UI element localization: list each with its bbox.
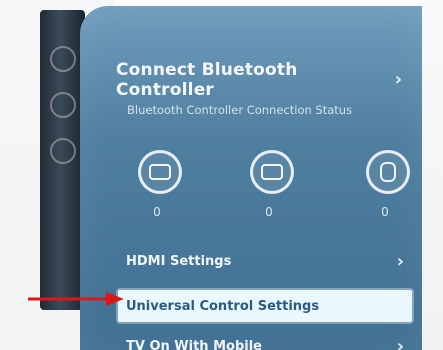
chevron-right-icon: › <box>396 335 404 350</box>
mouse-glyph <box>380 162 396 182</box>
menu-item-label: HDMI Settings <box>126 253 232 269</box>
keyboard-icon <box>250 150 294 194</box>
mouse-count: 0 <box>381 205 389 219</box>
keyboard-count: 0 <box>265 205 273 219</box>
menu-item-tv-on-with-mobile[interactable]: TV On With Mobile › <box>118 331 404 350</box>
gamepad-glyph <box>149 164 171 180</box>
menu-item-label: Universal Control Settings <box>126 298 320 314</box>
tv-edge-icon-2 <box>50 92 76 118</box>
tv-screen-edge <box>40 10 85 310</box>
gamepad-icon <box>138 150 182 194</box>
annotation-arrow-icon <box>28 292 124 306</box>
menu-title: Connect Bluetooth Controller <box>116 60 298 100</box>
chevron-right-icon: › <box>394 69 402 90</box>
tv-edge-icon-3 <box>50 138 76 164</box>
settings-panel: Connect Bluetooth Controller › Bluetooth… <box>80 6 422 350</box>
menu-item-label: TV On With Mobile <box>126 338 262 350</box>
menu-item-hdmi-settings[interactable]: HDMI Settings › <box>118 246 404 276</box>
keyboard-glyph <box>261 164 283 180</box>
chevron-right-icon: › <box>396 250 404 272</box>
connect-bluetooth-controller-row[interactable]: Connect Bluetooth Controller › <box>116 60 402 100</box>
bluetooth-device-status: 0 0 0 <box>138 150 420 230</box>
menu-item-universal-control-settings[interactable]: Universal Control Settings <box>118 290 412 322</box>
mouse-icon <box>366 150 410 194</box>
menu-subtitle: Bluetooth Controller Connection Status <box>127 103 353 117</box>
gamepad-count: 0 <box>153 205 161 219</box>
tv-edge-icon-1 <box>50 46 76 72</box>
